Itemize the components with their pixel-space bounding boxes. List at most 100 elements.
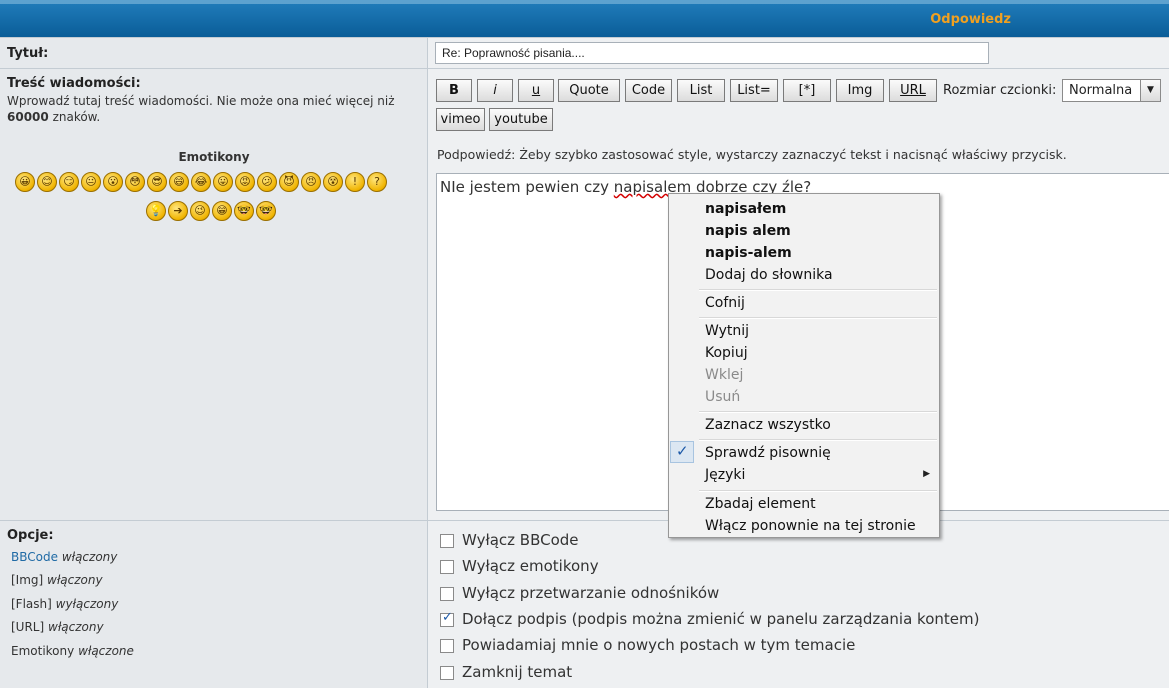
- emoticon-icon[interactable]: 😁: [212, 201, 232, 221]
- option-status: [Img] włączony: [11, 573, 103, 587]
- font-size-label: Rozmiar czcionki:: [943, 83, 1057, 98]
- emoticon-icon[interactable]: 😀: [15, 172, 35, 192]
- menu-separator: [699, 490, 937, 492]
- underline-button[interactable]: u: [518, 79, 554, 102]
- emoticon-icon[interactable]: 🤓: [256, 201, 276, 221]
- menu-separator: [699, 411, 937, 413]
- context-menu: napisałem napis alem napis-alem Dodaj do…: [668, 193, 940, 538]
- message-description: Wprowadź tutaj treść wiadomości. Nie moż…: [7, 94, 395, 124]
- menu-item-cut[interactable]: Wytnij: [705, 323, 749, 339]
- title-input[interactable]: [435, 42, 989, 64]
- emoticons-row-2: 💡 ➔ 😉 😁 🤓 🤓: [146, 201, 276, 221]
- option-status: Emotikony włączone: [11, 644, 134, 658]
- message-row: Treść wiadomości: Wprowadź tutaj treść w…: [0, 68, 1169, 520]
- menu-item-add-to-dictionary[interactable]: Dodaj do słownika: [705, 267, 833, 283]
- emoticon-icon[interactable]: 😡: [235, 172, 255, 192]
- emoticon-icon[interactable]: 😳: [125, 172, 145, 192]
- option-status: BBCode włączony: [11, 550, 117, 564]
- img-button[interactable]: Img: [836, 79, 884, 102]
- list-item-button[interactable]: [*]: [783, 79, 831, 102]
- option-checkbox-label[interactable]: Powiadamiaj mnie o nowych postach w tym …: [462, 636, 855, 654]
- checkmark-icon: ✓: [442, 609, 453, 625]
- toolbar-hint: Podpowiedź: Żeby szybko zastosować style…: [437, 147, 1067, 162]
- emoticon-icon[interactable]: 😎: [147, 172, 167, 192]
- option-state: włączony: [48, 620, 104, 635]
- list-button[interactable]: List: [677, 79, 725, 102]
- option-name: [URL]: [11, 620, 45, 635]
- emoticon-icon[interactable]: 🤓: [234, 201, 254, 221]
- emoticon-icon[interactable]: 😉: [190, 201, 210, 221]
- option-name: Emotikony: [11, 643, 75, 658]
- option-checkbox[interactable]: [440, 639, 454, 654]
- font-size-value: Normalna: [1069, 83, 1133, 98]
- option-status: [URL] włączony: [11, 620, 104, 634]
- option-checkbox[interactable]: ✓: [440, 609, 454, 627]
- youtube-button[interactable]: youtube: [489, 108, 553, 131]
- menu-separator: [699, 317, 937, 319]
- emoticon-icon[interactable]: 😂: [191, 172, 211, 192]
- option-checkbox-label[interactable]: Wyłącz BBCode: [462, 531, 579, 549]
- emoticon-icon[interactable]: 😮: [103, 172, 123, 192]
- bbcode-link[interactable]: BBCode: [11, 550, 58, 564]
- option-checkbox[interactable]: [440, 586, 454, 601]
- chevron-down-icon[interactable]: ▼: [1140, 80, 1160, 101]
- emoticon-icon[interactable]: ➔: [168, 201, 188, 221]
- option-checkbox-label[interactable]: Zamknij temat: [462, 663, 572, 681]
- code-button[interactable]: Code: [625, 79, 672, 102]
- spellcheck-check-area: ✓: [670, 441, 694, 463]
- emoticon-icon[interactable]: 😠: [301, 172, 321, 192]
- option-checkbox[interactable]: [440, 560, 454, 575]
- menu-separator: [699, 289, 937, 291]
- option-state: włączony: [61, 550, 118, 564]
- option-name: [Flash]: [11, 596, 52, 611]
- menu-item-languages[interactable]: Języki: [705, 467, 745, 483]
- option-checkbox-label[interactable]: Wyłącz emotikony: [462, 557, 599, 575]
- emoticon-icon[interactable]: 😈: [279, 172, 299, 192]
- list-equals-button[interactable]: List=: [730, 79, 778, 102]
- emoticon-icon[interactable]: 😵: [323, 172, 343, 192]
- option-status: [Flash] wyłączony: [11, 597, 118, 611]
- options-label: Opcje:: [7, 528, 54, 543]
- suggestion-item-1[interactable]: napisałem: [705, 201, 786, 217]
- emoticon-icon[interactable]: 💡: [146, 201, 166, 221]
- option-name: [Img]: [11, 573, 44, 588]
- url-button[interactable]: URL: [889, 79, 937, 102]
- option-checkbox[interactable]: [440, 534, 454, 548]
- vimeo-button[interactable]: vimeo: [436, 108, 485, 131]
- option-checkbox[interactable]: [440, 665, 454, 680]
- option-state: włączone: [78, 643, 134, 658]
- suggestion-item-3[interactable]: napis-alem: [705, 245, 792, 261]
- option-checkbox-label[interactable]: Wyłącz przetwarzanie odnośników: [462, 584, 719, 602]
- font-size-select[interactable]: Normalna ▼: [1062, 79, 1161, 102]
- emoticon-icon[interactable]: 😕: [257, 172, 277, 192]
- emoticon-icon[interactable]: !: [345, 172, 365, 192]
- message-label: Treść wiadomości:: [7, 76, 141, 91]
- emoticon-icon[interactable]: 😐: [81, 172, 101, 192]
- title-row: Tytuł:: [0, 37, 1169, 68]
- suggestion-item-2[interactable]: napis alem: [705, 223, 791, 239]
- menu-item-inspect[interactable]: Zbadaj element: [705, 496, 816, 512]
- menu-item-select-all[interactable]: Zaznacz wszystko: [705, 417, 831, 433]
- bold-button[interactable]: B: [436, 79, 472, 102]
- emoticon-icon[interactable]: 😊: [37, 172, 57, 192]
- reply-title: Odpowiedz: [930, 12, 1011, 27]
- emoticon-icon[interactable]: 😄: [169, 172, 189, 192]
- menu-item-undo[interactable]: Cofnij: [705, 295, 745, 311]
- italic-button[interactable]: i: [477, 79, 513, 102]
- emoticon-icon[interactable]: ?: [367, 172, 387, 192]
- menu-item-copy[interactable]: Kopiuj: [705, 345, 748, 361]
- option-state: wyłączony: [55, 596, 119, 611]
- emoticon-icon[interactable]: 😏: [59, 172, 79, 192]
- quote-button[interactable]: Quote: [558, 79, 620, 102]
- reply-header: Odpowiedz: [0, 0, 1169, 37]
- option-checkbox-label[interactable]: Dołącz podpis (podpis można zmienić w pa…: [462, 610, 979, 628]
- emoticon-icon[interactable]: 😛: [213, 172, 233, 192]
- title-label: Tytuł:: [7, 46, 49, 61]
- menu-item-spellcheck[interactable]: Sprawdź pisownię: [705, 445, 831, 461]
- options-row: Opcje: BBCode włączony [Img] włączony [Fla…: [0, 520, 1169, 688]
- option-state: włączony: [47, 573, 103, 588]
- submenu-arrow-icon: ▶: [923, 469, 930, 479]
- emoticons-row-1: 😀 😊 😏 😐 😮 😳 😎 😄 😂 😛 😡 😕 😈 😠 😵!?: [15, 172, 387, 192]
- emoticons-label: Emotikony: [178, 150, 250, 164]
- menu-item-reenable[interactable]: Włącz ponownie na tej stronie: [705, 518, 916, 534]
